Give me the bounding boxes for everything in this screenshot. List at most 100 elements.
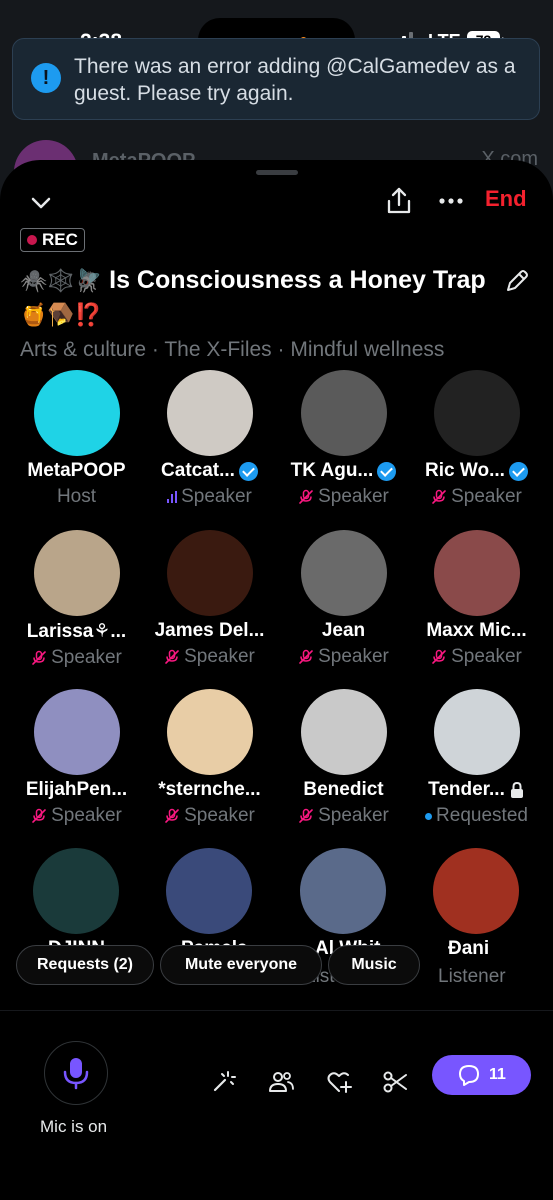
participant-role-text: Speaker [451,646,522,667]
space-sheet: End REC 🕷️🕸️🪰 Is Consciousness a Honey T… [0,160,553,1200]
participant-role: Speaker [10,647,143,669]
mic-muted-icon [432,489,446,504]
participant-item[interactable]: Tender... Requested [410,689,543,827]
participant-item[interactable]: *sternche... Speaker [143,689,276,827]
mic-muted-icon [32,650,46,665]
participant-name-text: MetaPOOP [27,460,126,481]
participant-item[interactable]: Catcat... Speaker [143,370,276,508]
avatar[interactable] [166,370,253,456]
participant-name-text: TK Agu... [290,460,374,481]
space-topics: Arts & culture · The X-Files · Mindful w… [20,338,445,361]
participant-item[interactable]: Maxx Mic... Speaker [410,530,543,668]
title-emoji-prefix: 🕷️🕸️🪰 [20,269,103,294]
participant-role: Speaker [277,486,410,508]
avatar[interactable] [300,370,387,456]
participant-name-text: ElijahPen... [25,779,128,800]
participant-name: TK Agu... [277,460,410,482]
mic-muted-icon [299,649,313,664]
participant-name-text: James Del... [154,620,265,641]
participant-name: Benedict [277,779,410,801]
avatar[interactable] [433,689,520,775]
avatar[interactable] [300,530,387,616]
participant-role-text: Speaker [51,647,122,668]
recording-label: REC [42,230,78,249]
participant-role: Host [10,486,143,508]
participant-name: Jean [277,620,410,642]
requests-button[interactable]: Requests (2) [16,945,154,985]
error-toast[interactable]: ! There was an error adding @CalGamedev … [12,38,540,120]
avatar[interactable] [33,689,120,775]
avatar[interactable] [33,530,120,616]
mic-icon [63,1058,89,1090]
participant-role: Requested [410,805,543,827]
verified-badge-icon [377,461,397,481]
title-emoji-suffix: 🍯🪤⁉️ [20,303,103,328]
avatar[interactable] [166,530,253,616]
participant-name: Ric Wo... [410,460,543,482]
chat-button[interactable]: 11 [432,1055,531,1095]
mic-muted-icon [432,649,446,664]
participant-name: ElijahPen... [10,779,143,801]
verified-badge-icon [238,461,258,481]
avatar[interactable] [433,848,519,934]
participant-name-text: Benedict [303,779,384,800]
recording-badge: REC [20,228,85,252]
scissors-icon[interactable] [382,1069,408,1095]
avatar[interactable] [166,689,253,775]
participant-name-text: *sternche... [158,779,261,800]
chevron-down-icon[interactable] [26,190,56,216]
avatar[interactable] [300,848,386,934]
participant-role-text: Speaker [318,805,389,826]
end-space-button[interactable]: End [485,186,527,212]
avatar[interactable] [33,848,119,934]
participant-role-text: Speaker [184,646,255,667]
participant-name: Larissa⚘... [10,620,143,643]
participant-role-text: Speaker [318,646,389,667]
participant-item[interactable]: TK Agu... Speaker [277,370,410,508]
more-options-icon[interactable] [437,188,465,214]
people-icon[interactable] [268,1069,294,1095]
space-title: 🕷️🕸️🪰 Is Consciousness a Honey Trap 🍯🪤⁉️ [20,264,490,332]
participant-item[interactable]: Jean Speaker [277,530,410,668]
mic-muted-icon [299,808,313,823]
mic-muted-icon [165,649,179,664]
mic-muted-icon [165,808,179,823]
mute-everyone-button[interactable]: Mute everyone [160,945,322,985]
toast-message: There was an error adding @CalGamedev as… [74,55,516,105]
share-icon[interactable] [385,186,413,216]
sheet-grabber[interactable] [256,170,298,175]
participant-role: Speaker [410,486,543,508]
heart-plus-icon[interactable] [326,1069,352,1095]
participant-role-text: Speaker [181,486,252,507]
avatar[interactable] [433,370,520,456]
avatar[interactable] [166,848,252,934]
participant-item[interactable]: Larissa⚘... Speaker [10,530,143,669]
avatar[interactable] [300,689,387,775]
participant-role: Speaker [143,805,276,827]
chat-bubble-icon [459,1065,480,1086]
participant-name-text: Catcat... [161,460,235,481]
magic-wand-icon[interactable] [210,1069,236,1095]
music-button[interactable]: Music [328,945,420,985]
edit-pencil-icon[interactable] [504,268,530,294]
participant-item[interactable]: Benedict Speaker [277,689,410,827]
avatar[interactable] [433,530,520,616]
mic-muted-icon [299,489,313,504]
participant-name-text: Jean [321,620,366,641]
participant-name-text: Ric Wo... [425,460,505,481]
lock-icon [510,781,523,798]
participant-name-text: Maxx Mic... [426,620,527,641]
participant-name: MetaPOOP [10,460,143,482]
mic-button[interactable] [44,1041,108,1105]
avatar[interactable] [33,370,120,456]
participant-item[interactable]: James Del... Speaker [143,530,276,668]
participant-role: Speaker [277,646,410,668]
participant-item[interactable]: ElijahPen... Speaker [10,689,143,827]
participant-item[interactable]: Ric Wo... Speaker [410,370,543,508]
alert-icon: ! [31,63,61,93]
mic-muted-icon [32,808,46,823]
participant-name: Catcat... [143,460,276,482]
participant-item[interactable]: MetaPOOP Host [10,370,143,508]
requested-dot-icon [425,812,433,820]
verified-badge-icon [508,461,528,481]
